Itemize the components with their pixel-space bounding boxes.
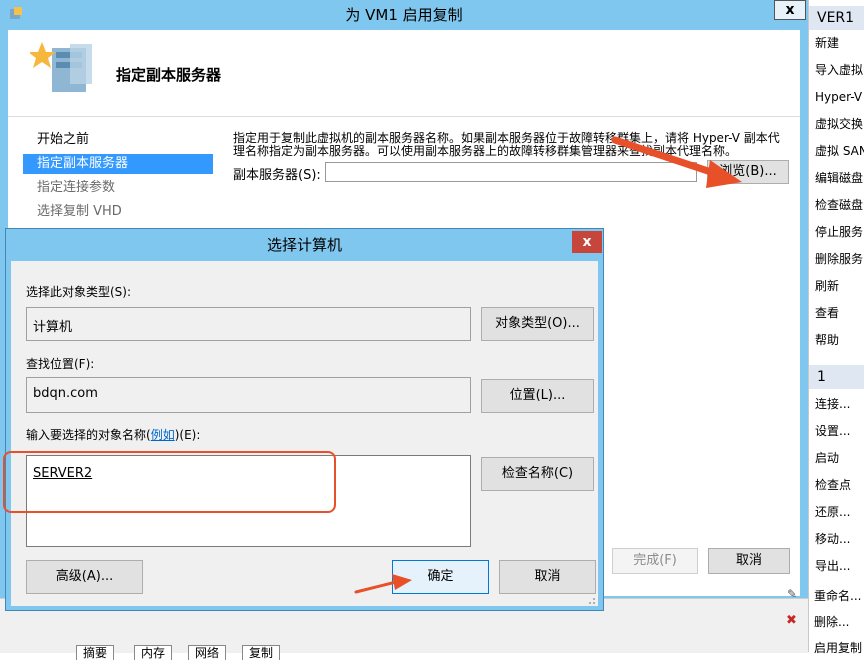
finish-button[interactable]: 完成(F) <box>612 548 698 574</box>
object-type-field: 计算机 <box>26 307 471 341</box>
action-item[interactable]: 启动 <box>815 448 839 468</box>
examples-link[interactable]: 例如 <box>151 428 175 442</box>
action-item[interactable]: 查看 <box>815 303 839 323</box>
replica-server-label: 副本服务器(S): <box>233 168 321 183</box>
annotation-highlight-box <box>3 451 336 513</box>
object-names-label-text: 输入要选择的对象名称( <box>26 428 151 442</box>
tab-network[interactable]: 网络 <box>188 645 227 660</box>
action-item[interactable]: 设置... <box>815 421 850 441</box>
action-item[interactable]: 导出... <box>815 556 850 576</box>
actions-pane: VER1 新建 导入虚拟 Hyper-V 虚拟交换 虚拟 SAN 编辑磁盘 检查… <box>808 0 864 652</box>
hyperv-app-icon <box>10 7 22 19</box>
resize-grip-icon[interactable] <box>585 594 597 606</box>
location-label: 查找位置(F): <box>26 357 95 371</box>
object-names-label-suffix: )(E): <box>174 428 201 442</box>
nav-step-before-you-begin[interactable]: 开始之前 <box>23 130 213 150</box>
dialog-close-button[interactable]: x <box>572 231 602 253</box>
locations-button[interactable]: 位置(L)... <box>481 379 594 413</box>
action-item[interactable]: 停止服务 <box>815 222 863 242</box>
nav-step-connection-params[interactable]: 指定连接参数 <box>23 178 213 198</box>
location-field: bdqn.com <box>26 377 471 413</box>
advanced-button[interactable]: 高级(A)... <box>26 560 143 594</box>
action-item[interactable]: 虚拟交换 <box>815 114 863 134</box>
action-item[interactable]: 重命名... <box>814 586 861 606</box>
action-item[interactable]: 删除... <box>814 612 849 632</box>
annotation-arrow-icon <box>354 574 412 594</box>
action-item[interactable]: 导入虚拟 <box>815 60 863 80</box>
action-item[interactable]: 连接... <box>815 394 850 414</box>
wizard-close-button[interactable]: x <box>774 0 806 20</box>
action-item[interactable]: 移动... <box>815 529 850 549</box>
actions-header-server: VER1 <box>809 6 864 30</box>
object-names-label: 输入要选择的对象名称(例如)(E): <box>26 426 200 443</box>
action-item[interactable]: 虚拟 SAN <box>815 141 864 161</box>
action-item[interactable]: 新建 <box>815 33 839 53</box>
action-item[interactable]: 还原... <box>815 502 850 522</box>
action-item[interactable]: 帮助 <box>815 330 839 350</box>
dialog-body: 选择此对象类型(S): 计算机 对象类型(O)... 查找位置(F): bdqn… <box>11 261 598 606</box>
tab-replication[interactable]: 复制 <box>242 645 281 660</box>
action-item[interactable]: 检查点 <box>815 475 851 495</box>
annotation-arrow-icon <box>611 136 742 188</box>
wizard-header-title: 指定副本服务器 <box>116 66 222 84</box>
object-types-button[interactable]: 对象类型(O)... <box>481 307 594 341</box>
dialog-cancel-button[interactable]: 取消 <box>499 560 596 594</box>
action-item[interactable]: Hyper-V <box>815 87 862 107</box>
wizard-title: 为 VM1 启用复制 <box>345 6 463 24</box>
nav-step-choose-vhd[interactable]: 选择复制 VHD <box>23 202 213 222</box>
tab-memory[interactable]: 内存 <box>134 645 173 660</box>
dialog-title: 选择计算机 <box>266 236 342 254</box>
wizard-header: 指定副本服务器 <box>8 30 800 117</box>
delete-icon: ✖ <box>786 613 797 628</box>
select-computer-dialog: 选择计算机 x 选择此对象类型(S): 计算机 对象类型(O)... 查找位置(… <box>5 228 604 611</box>
wizard-header-icon <box>30 42 92 92</box>
object-type-label: 选择此对象类型(S): <box>26 285 132 299</box>
action-item[interactable]: 编辑磁盘 <box>815 168 863 188</box>
action-item[interactable]: 检查磁盘 <box>815 195 863 215</box>
action-item[interactable]: 删除服务 <box>815 249 863 269</box>
tab-summary[interactable]: 摘要 <box>76 645 115 660</box>
action-item[interactable]: 启用复制 <box>814 638 862 658</box>
wizard-cancel-button[interactable]: 取消 <box>708 548 790 574</box>
rename-icon: ✎ <box>787 587 798 601</box>
nav-step-specify-replica-server[interactable]: 指定副本服务器 <box>23 154 213 174</box>
action-item[interactable]: 刷新 <box>815 276 839 296</box>
check-names-button[interactable]: 检查名称(C) <box>481 457 594 491</box>
actions-header-vm: 1 <box>809 365 864 389</box>
